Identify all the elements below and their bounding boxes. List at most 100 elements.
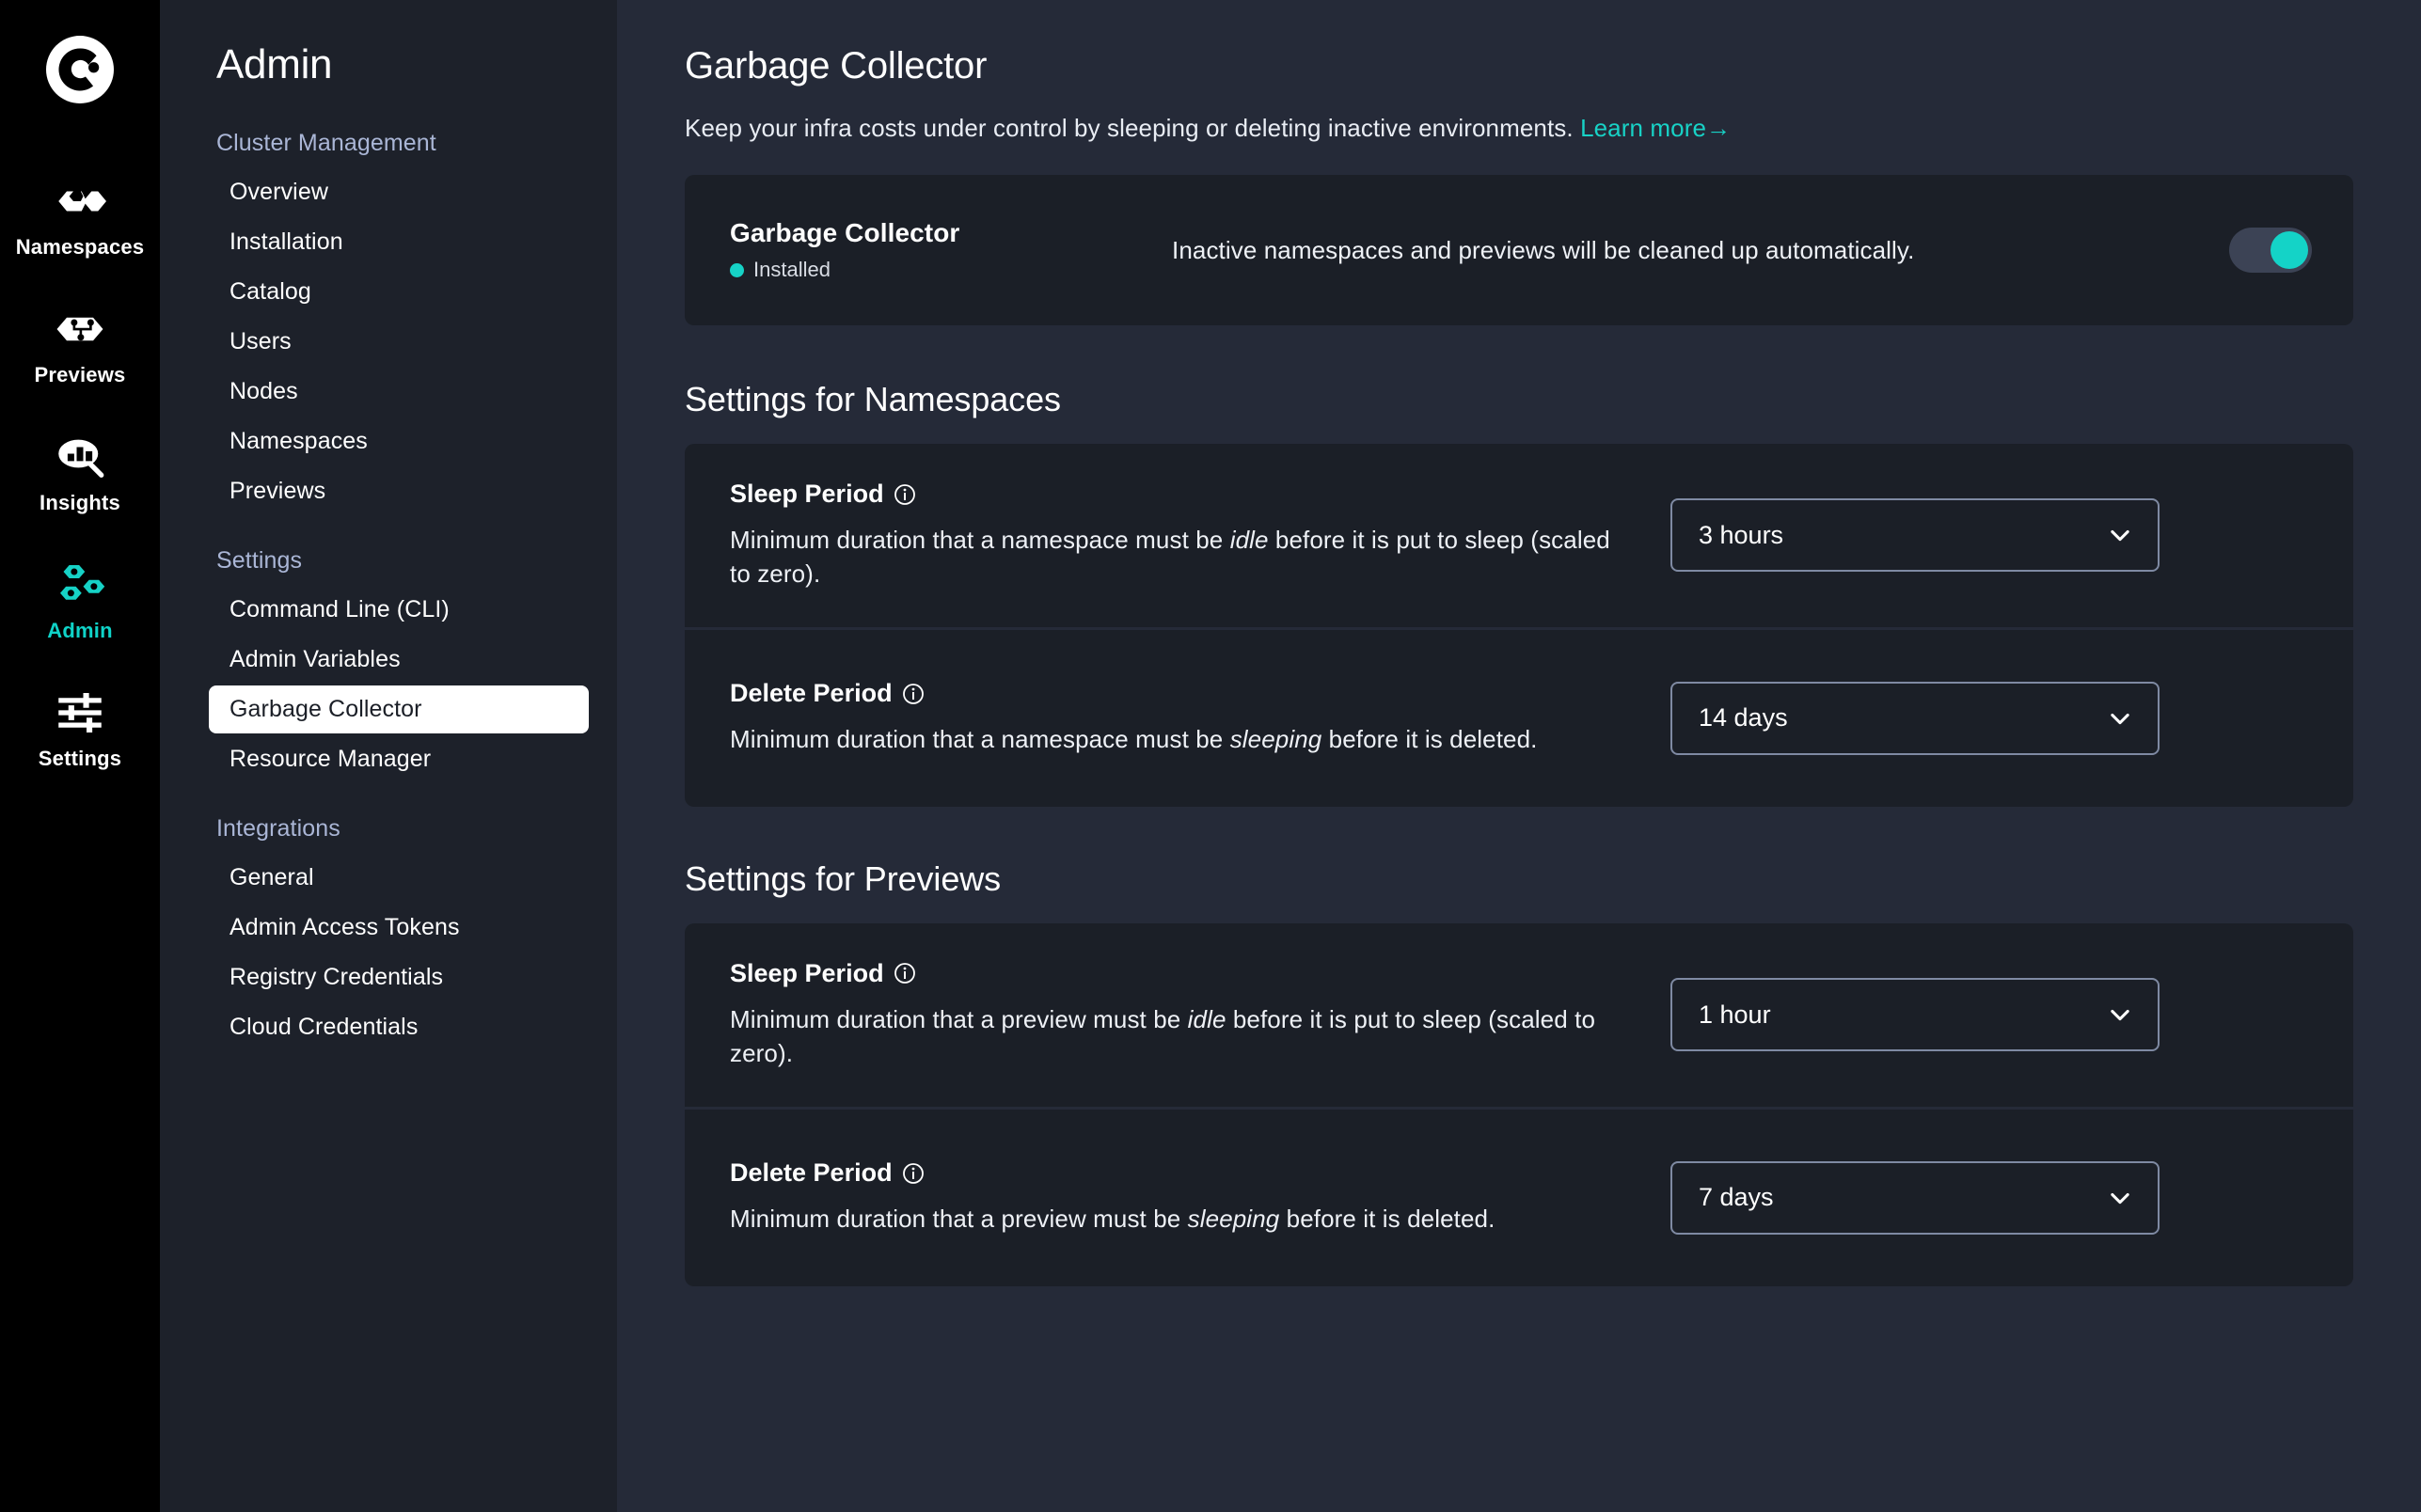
status-dot-icon: [730, 262, 744, 277]
primary-icon-rail: Namespaces Previews Insights Admin Setti…: [0, 0, 160, 1512]
rail-item-settings[interactable]: Settings: [0, 686, 160, 769]
sidebar-item-cloud-credentials[interactable]: Cloud Credentials: [209, 1003, 589, 1051]
desc-part: Minimum duration that a preview must be: [730, 1004, 1188, 1033]
select-value: 3 hours: [1699, 520, 1784, 549]
setting-label: Sleep Period: [730, 480, 1633, 509]
setting-description: Minimum duration that a preview must be …: [730, 1003, 1633, 1071]
nav-group-settings: Settings Command Line (CLI) Admin Variab…: [188, 547, 589, 783]
info-icon[interactable]: [894, 483, 916, 506]
nav-group-label: Integrations: [216, 815, 340, 842]
app-root: Namespaces Previews Insights Admin Setti…: [0, 0, 2421, 1512]
status-badge-label: Installed: [753, 258, 831, 281]
chevron-down-icon: [2111, 530, 2129, 542]
setting-label: Delete Period: [730, 1158, 1633, 1188]
sidebar-item-users[interactable]: Users: [209, 318, 589, 366]
garbage-collector-toggle[interactable]: [2229, 228, 2312, 273]
info-icon[interactable]: [894, 962, 916, 984]
sidebar-item-admin-variables[interactable]: Admin Variables: [209, 636, 589, 684]
desc-emphasis: idle: [1187, 1004, 1226, 1033]
sidebar-item-installation[interactable]: Installation: [209, 218, 589, 266]
sidebar-item-command-line[interactable]: Command Line (CLI): [209, 586, 589, 634]
nav-group-integrations: Integrations General Admin Access Tokens…: [188, 815, 589, 1051]
status-card-left: Garbage Collector Installed: [730, 218, 1172, 282]
info-icon[interactable]: [902, 683, 925, 705]
namespaces-settings-group: Sleep Period Minimum duration that a nam…: [685, 444, 2353, 807]
desc-part: before it is deleted.: [1321, 725, 1538, 754]
setting-row-namespace-sleep-period: Sleep Period Minimum duration that a nam…: [685, 444, 2353, 627]
status-card-name: Garbage Collector: [730, 218, 960, 247]
desc-emphasis: idle: [1229, 526, 1269, 554]
setting-text: Delete Period Minimum duration that a pr…: [730, 1158, 1670, 1236]
toggle-knob: [2271, 231, 2308, 269]
desc-emphasis: sleeping: [1229, 725, 1322, 754]
setting-description: Minimum duration that a namespace must b…: [730, 723, 1633, 757]
section-title-namespaces: Settings for Namespaces: [685, 380, 1061, 418]
rail-item-namespaces[interactable]: Namespaces: [0, 175, 160, 258]
desc-part: Minimum duration that a namespace must b…: [730, 526, 1230, 554]
sidebar-item-registry-credentials[interactable]: Registry Credentials: [209, 953, 589, 1001]
chevron-down-icon: [2111, 1192, 2129, 1204]
setting-description: Minimum duration that a preview must be …: [730, 1203, 1633, 1236]
setting-text: Sleep Period Minimum duration that a pre…: [730, 959, 1670, 1071]
rail-item-insights[interactable]: Insights: [0, 431, 160, 513]
setting-label: Delete Period: [730, 679, 1633, 708]
chevron-down-icon: [2111, 1010, 2129, 1021]
arrow-right-icon: →: [1706, 114, 1732, 142]
preview-sleep-period-select[interactable]: 1 hour: [1670, 978, 2160, 1052]
sidebar-item-overview[interactable]: Overview: [209, 168, 589, 216]
settings-icon: [58, 693, 102, 732]
sidebar-item-resource-manager[interactable]: Resource Manager: [209, 735, 589, 783]
desc-emphasis: sleeping: [1187, 1205, 1280, 1234]
desc-part: before it is deleted.: [1279, 1205, 1495, 1234]
sidebar-item-garbage-collector[interactable]: Garbage Collector: [209, 685, 589, 733]
setting-label-text: Sleep Period: [730, 958, 884, 987]
select-value: 7 days: [1699, 1183, 1774, 1211]
sidebar-item-catalog[interactable]: Catalog: [209, 268, 589, 316]
setting-label-text: Sleep Period: [730, 480, 884, 508]
previews-settings-group: Sleep Period Minimum duration that a pre…: [685, 922, 2353, 1286]
sidebar-item-general[interactable]: General: [209, 854, 589, 902]
sidebar-item-previews[interactable]: Previews: [209, 467, 589, 515]
admin-sidebar: Admin Cluster Management Overview Instal…: [160, 0, 617, 1512]
status-badge: Installed: [730, 258, 1172, 282]
desc-part: Minimum duration that a namespace must b…: [730, 725, 1230, 754]
setting-text: Delete Period Minimum duration that a na…: [730, 679, 1670, 757]
sidebar-item-admin-access-tokens[interactable]: Admin Access Tokens: [209, 904, 589, 952]
section-title-previews: Settings for Previews: [685, 858, 1002, 898]
setting-label: Sleep Period: [730, 959, 1633, 988]
rail-label: Settings: [38, 747, 122, 770]
nav-group-label: Settings: [216, 547, 303, 574]
rail-item-previews[interactable]: Previews: [0, 303, 160, 386]
rail-label: Admin: [47, 619, 113, 642]
setting-row-preview-sleep-period: Sleep Period Minimum duration that a pre…: [685, 922, 2353, 1107]
preview-delete-period-select[interactable]: 7 days: [1670, 1160, 2160, 1235]
main-content: Garbage Collector Keep your infra costs …: [617, 0, 2421, 1512]
page-title: Garbage Collector: [685, 45, 988, 87]
select-value: 1 hour: [1699, 1000, 1771, 1029]
page-subtitle-text: Keep your infra costs under control by s…: [685, 114, 1574, 142]
nav-group-cluster-management: Cluster Management Overview Installation…: [188, 130, 589, 515]
sidebar-item-nodes[interactable]: Nodes: [209, 368, 589, 416]
sidebar-item-namespaces[interactable]: Namespaces: [209, 417, 589, 465]
setting-label-text: Delete Period: [730, 1158, 893, 1188]
rail-label: Insights: [40, 491, 120, 514]
setting-row-namespace-delete-period: Delete Period Minimum duration that a na…: [685, 629, 2353, 807]
rail-item-admin[interactable]: Admin: [0, 559, 160, 641]
rail-label: Namespaces: [15, 235, 145, 259]
garbage-collector-status-card: Garbage Collector Installed Inactive nam…: [685, 175, 2353, 325]
sidebar-title: Admin: [216, 41, 333, 87]
admin-icon: [60, 565, 105, 600]
status-card-description: Inactive namespaces and previews will be…: [1172, 235, 1915, 264]
setting-description: Minimum duration that a namespace must b…: [730, 524, 1633, 591]
setting-row-preview-delete-period: Delete Period Minimum duration that a pr…: [685, 1109, 2353, 1286]
namespace-sleep-period-select[interactable]: 3 hours: [1670, 498, 2160, 573]
info-icon[interactable]: [902, 1162, 925, 1185]
loft-logo-icon[interactable]: [46, 36, 114, 103]
previews-icon: [56, 317, 103, 341]
namespace-delete-period-select[interactable]: 14 days: [1670, 681, 2160, 755]
page-subtitle: Keep your infra costs under control by s…: [685, 114, 2353, 143]
learn-more-link[interactable]: Learn more: [1580, 114, 1706, 142]
desc-part: Minimum duration that a preview must be: [730, 1205, 1188, 1234]
